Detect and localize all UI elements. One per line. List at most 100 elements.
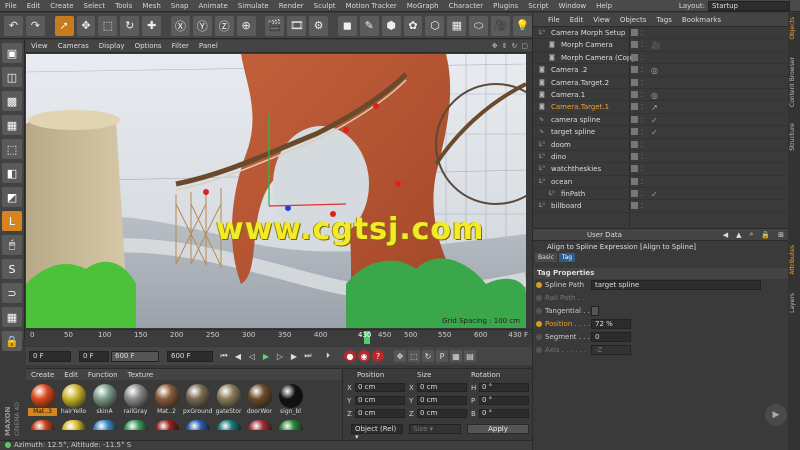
material-menu-edit[interactable]: Edit [59,371,83,379]
layer-checkbox-icon[interactable] [631,103,638,111]
menu-create[interactable]: Create [45,0,78,12]
object-tag-icon[interactable]: ◎ [651,90,658,102]
layer-checkbox-icon[interactable] [631,29,638,36]
z-axis-icon[interactable]: Ⓩ [214,15,234,36]
previous-frame-icon[interactable]: ◁ [246,350,258,362]
layout-select[interactable]: Startup [708,1,790,11]
om-menu-tags[interactable]: Tags [651,16,677,24]
menu-window[interactable]: Window [554,0,592,12]
object-tag-icon[interactable]: ↗ [651,102,658,114]
menu-animate[interactable]: Animate [193,0,232,12]
min-frame-field[interactable]: 0 F [79,350,109,362]
environment-icon[interactable]: ▦ [447,15,467,36]
menu-render[interactable]: Render [274,0,309,12]
om-menu-view[interactable]: View [588,16,615,24]
layer-checkbox-icon[interactable] [631,128,638,136]
visibility-dots-icon[interactable]: ⁚ [641,201,643,213]
viewport-menu-display[interactable]: Display [94,42,130,50]
autokey-icon[interactable]: ◉ [358,350,370,362]
viewport-menu-filter[interactable]: Filter [167,42,194,50]
object-row[interactable]: L⁰ doom ⁚ [533,139,788,151]
menu-script[interactable]: Script [523,0,553,12]
rotation-h-field[interactable]: 0 ° [479,383,529,392]
object-tag-icon[interactable]: ✓ [651,189,658,201]
attribute-value-field[interactable]: 72 % [591,319,631,329]
size-y-field[interactable]: 0 cm [417,396,467,405]
object-row[interactable]: ◙ Camera.1 ⁚ ◎ [533,89,788,102]
object-row[interactable]: L⁰ watchtheskies ⁚ [533,163,788,176]
grid-icon[interactable]: ▦ [2,307,22,327]
visibility-dots-icon[interactable]: ⁚ [641,53,643,65]
animate-radio-icon[interactable] [536,282,542,288]
animate-radio-icon[interactable] [536,321,542,327]
menu-motion-tracker[interactable]: Motion Tracker [341,0,402,12]
animate-radio-icon[interactable] [536,308,542,314]
position-key-icon[interactable]: ✥ [394,350,406,362]
rotation-key-icon[interactable]: ↻ [422,350,434,362]
material-swatch[interactable]: hairYello [59,384,88,416]
timeline-window-icon[interactable]: ▤ [464,350,476,362]
object-row[interactable]: ◙ Camera.Target.2 ⁚ [533,77,788,89]
tweak-mode-icon[interactable]: 🖱 [2,235,22,255]
deformer-icon[interactable]: ⬡ [425,15,445,36]
object-row[interactable]: ◙ Camera.Target.1 ⁚ ↗ [533,101,788,114]
record-icon[interactable]: ● [344,350,356,362]
lock-workplane-icon[interactable]: 🔒 [2,331,22,351]
animate-radio-icon[interactable] [536,347,542,353]
material-swatch[interactable] [214,420,243,430]
user-data-menu[interactable]: User Data [583,231,626,239]
end-frame-field[interactable]: 600 F [167,350,213,362]
visibility-dots-icon[interactable]: ⁚ [641,177,643,189]
play-icon[interactable]: ▶ [260,350,272,362]
om-menu-edit[interactable]: Edit [565,16,589,24]
layer-checkbox-icon[interactable] [631,152,638,160]
rotation-p-field[interactable]: 0 ° [479,396,529,405]
object-row[interactable]: L⁰ ocean ⁚ [533,176,788,189]
layer-checkbox-icon[interactable] [631,66,638,74]
tab-tag[interactable]: Tag [558,253,576,262]
position-z-field[interactable]: 0 cm [355,409,405,418]
position-y-field[interactable]: 0 cm [355,396,405,405]
visibility-dots-icon[interactable]: ⁚ [641,102,643,114]
rotate-icon[interactable]: ↻ [120,15,140,36]
material-swatch[interactable] [245,420,274,430]
material-swatch[interactable] [276,420,305,430]
animate-radio-icon[interactable] [536,295,542,301]
timeline-ruler[interactable]: 0 50 100 150 200 250 300 350 400 450 500… [26,329,532,346]
material-menu-create[interactable]: Create [26,371,59,379]
render-settings-icon[interactable]: ⚙ [309,15,329,36]
material-menu-texture[interactable]: Texture [123,371,159,379]
material-swatch[interactable]: doorWor [245,384,274,416]
scene-icon[interactable]: ⬭ [469,15,489,36]
visibility-dots-icon[interactable]: ⁚ [641,115,643,127]
material-swatch[interactable]: skinA [90,384,119,416]
object-row[interactable]: L⁰ dino ⁚ [533,151,788,164]
menu-snap[interactable]: Snap [166,0,194,12]
layer-checkbox-icon[interactable] [631,41,638,49]
points-mode-icon[interactable]: ⬚ [2,139,22,159]
scale-icon[interactable]: ⬚ [98,15,118,36]
tangential-checkbox[interactable] [591,306,599,316]
up-arrow-icon[interactable]: ▲ [732,231,745,239]
coordinate-system-icon[interactable]: ⊕ [236,15,256,36]
om-menu-objects[interactable]: Objects [615,16,651,24]
attribute-value-field[interactable]: 0 [591,332,631,342]
viewport-menu-view[interactable]: View [26,42,53,50]
redo-icon[interactable]: ↷ [25,15,45,36]
animate-radio-icon[interactable] [536,334,542,340]
layer-checkbox-icon[interactable] [631,202,638,210]
previous-key-icon[interactable]: ◀ [232,350,244,362]
live-selection-icon[interactable]: ➚ [54,15,74,36]
tab-content-browser[interactable]: Content Browser [789,57,799,107]
material-swatch[interactable] [90,420,119,430]
viewport-menu-cameras[interactable]: Cameras [53,42,94,50]
material-swatch[interactable] [121,420,150,430]
cloner-icon[interactable]: ✿ [403,15,423,36]
material-swatch[interactable] [183,420,212,430]
visibility-dots-icon[interactable]: ⁚ [641,28,643,40]
object-row[interactable]: L⁰ Camera Morph Setup ⁚ [533,27,788,40]
object-tag-icon[interactable]: ◎ [651,65,658,77]
camera-icon[interactable]: 🎥 [491,15,511,36]
tab-objects[interactable]: Objects [789,17,799,40]
render-picture-viewer-icon[interactable]: 🎞 [287,15,307,36]
